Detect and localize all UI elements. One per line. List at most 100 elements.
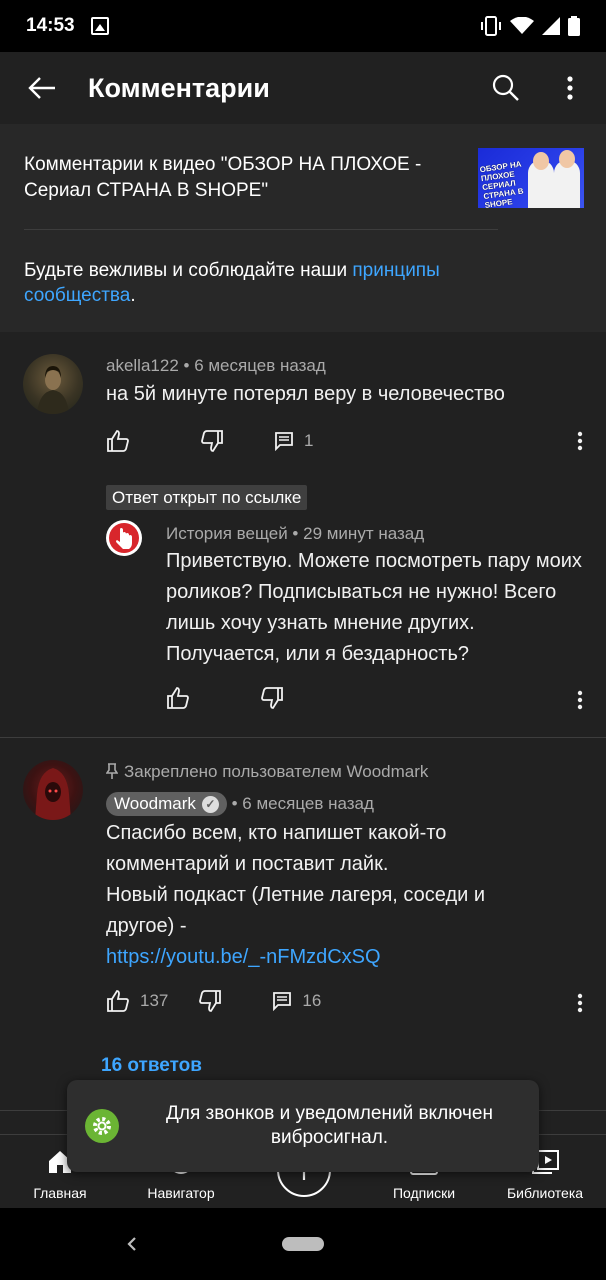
thumb-down-icon [199, 990, 222, 1012]
comment-author: Woodmark [114, 794, 196, 813]
comment-actions [166, 683, 284, 713]
chevron-left-icon [127, 1237, 136, 1251]
dislike-button[interactable] [198, 989, 222, 1013]
view-replies-button[interactable]: 16 ответов [101, 1055, 202, 1077]
comment-link[interactable]: https://youtu.be/_-nFMzdCxSQ [106, 942, 586, 973]
avatar-figure [37, 366, 69, 414]
linked-reply-badge: Ответ открыт по ссылке [106, 485, 308, 510]
vibration-toast: Для звонков и уведомлений включен виброс… [67, 1080, 539, 1172]
comment-text: на 5й минуте потерял веру в человечество [106, 383, 505, 405]
more-vert-icon [577, 690, 583, 710]
author-chip[interactable]: Woodmark ✓ [106, 792, 227, 816]
more-vert-icon [577, 993, 583, 1013]
comment-menu-button[interactable] [568, 988, 592, 1018]
page-title: Комментарии [88, 72, 270, 103]
system-navigation-bar [0, 1208, 606, 1280]
comment-thread: akella122 • 6 месяцев назад на 5й минуте… [0, 332, 606, 482]
comment-time: 6 месяцев назад [194, 356, 326, 375]
comment-icon [273, 992, 292, 1011]
thumb-up-icon [107, 990, 129, 1012]
reply-comment: История вещей • 29 минут назад Приветств… [0, 515, 606, 735]
thumbnail-text: ОБЗОР НА ПЛОХОЕ СЕРИАЛ СТРАНА В SHOPE [479, 159, 525, 208]
header-divider [24, 229, 498, 230]
wifi-icon [510, 17, 534, 34]
avatar[interactable] [23, 760, 83, 820]
comment-meta: История вещей • 29 минут назад [166, 524, 425, 543]
video-title: Комментарии к видео "ОБЗОР НА ПЛОХОЕ - С… [24, 154, 422, 201]
like-button[interactable]: 137 [106, 989, 168, 1013]
app-bar: Комментарии [0, 52, 606, 124]
thumbnail-face [533, 152, 549, 170]
dislike-button[interactable] [200, 429, 224, 453]
status-time: 14:53 [26, 15, 75, 36]
comment-author[interactable]: akella122 [106, 356, 179, 375]
signal-icon [542, 17, 560, 35]
comment-meta: akella122 • 6 месяцев назад [106, 356, 326, 375]
comment-author[interactable]: История вещей [166, 524, 288, 543]
vibrate-icon [481, 16, 501, 36]
comment-time: 6 месяцев назад [242, 794, 374, 813]
comments-header: Комментарии к видео "ОБЗОР НА ПЛОХОЕ - С… [0, 124, 606, 332]
like-button[interactable] [106, 429, 130, 453]
reply-count: 1 [304, 431, 314, 450]
search-icon [492, 74, 519, 101]
arrow-back-icon [28, 77, 55, 99]
nav-label: Главная [33, 1185, 87, 1201]
pinned-comment-thread: Закреплено пользователем Woodmark Woodma… [0, 738, 606, 1098]
comment-text: Спасибо всем, кто напишет какой-то комме… [106, 818, 586, 973]
comment-line: Спасибо всем, кто напишет какой-то [106, 822, 447, 844]
nav-label: Подписки [392, 1185, 456, 1201]
reply-button[interactable]: 16 [272, 991, 321, 1011]
pin-icon [105, 763, 119, 779]
dislike-button[interactable] [260, 686, 284, 710]
more-vert-icon [577, 431, 583, 451]
reply-count: 16 [302, 991, 322, 1010]
comment-text: Приветствую. Можете посмотреть пару моих… [166, 550, 582, 665]
comment-menu-button[interactable] [568, 685, 592, 715]
thumbnail-face [559, 150, 575, 168]
comment-line: другое) - [106, 915, 187, 937]
avatar-logo [109, 523, 139, 553]
comment-time: 29 минут назад [303, 524, 425, 543]
thumb-up-icon [107, 430, 129, 452]
status-icons [480, 16, 580, 36]
pinned-label: Закреплено пользователем Woodmark [105, 762, 429, 782]
thumb-up-icon [167, 687, 189, 709]
comment-icon [275, 432, 293, 451]
avatar-figure [35, 768, 71, 820]
comment-meta: Woodmark ✓ • 6 месяцев назад [106, 792, 374, 816]
comment-line: комментарий и поставит лайк. [106, 853, 389, 875]
search-button[interactable] [484, 66, 528, 110]
community-guidelines-notice: Будьте вежливы и соблюдайте наши принцип… [24, 258, 544, 308]
guidelines-suffix: . [130, 285, 136, 306]
like-button[interactable] [166, 686, 190, 710]
thumb-down-icon [201, 430, 223, 452]
comment-actions: 1 [106, 426, 313, 456]
guidelines-text: Будьте вежливы и соблюдайте наши [24, 260, 353, 281]
toast-message: Для звонков и уведомлений включен виброс… [166, 1103, 493, 1148]
pinned-text: Закреплено пользователем Woodmark [124, 762, 429, 781]
battery-icon [568, 16, 580, 36]
system-home-pill[interactable] [282, 1237, 324, 1251]
gear-icon [93, 1117, 111, 1135]
comment-menu-button[interactable] [568, 426, 592, 456]
verified-icon: ✓ [201, 795, 219, 813]
back-button[interactable] [12, 58, 72, 118]
comment-actions: 137 16 [106, 986, 321, 1016]
nav-label: Библиотека [506, 1185, 584, 1201]
settings-icon [85, 1109, 119, 1143]
more-vert-icon [567, 76, 573, 100]
comment-line: Новый подкаст (Летние лагеря, соседи и [106, 884, 486, 906]
video-thumbnail[interactable]: ОБЗОР НА ПЛОХОЕ СЕРИАЛ СТРАНА В SHOPE [478, 148, 584, 208]
system-back-button[interactable] [122, 1234, 142, 1254]
like-count: 137 [140, 991, 169, 1010]
nav-label: Навигатор [147, 1185, 215, 1201]
gallery-notification-icon [90, 17, 109, 35]
more-options-button[interactable] [548, 66, 592, 110]
thumb-down-icon [261, 687, 283, 709]
video-info[interactable]: Комментарии к видео "ОБЗОР НА ПЛОХОЕ - С… [24, 148, 584, 228]
reply-button[interactable]: 1 [274, 431, 313, 451]
status-bar: 14:53 [0, 0, 606, 52]
avatar[interactable] [23, 354, 83, 414]
avatar[interactable] [106, 520, 142, 556]
